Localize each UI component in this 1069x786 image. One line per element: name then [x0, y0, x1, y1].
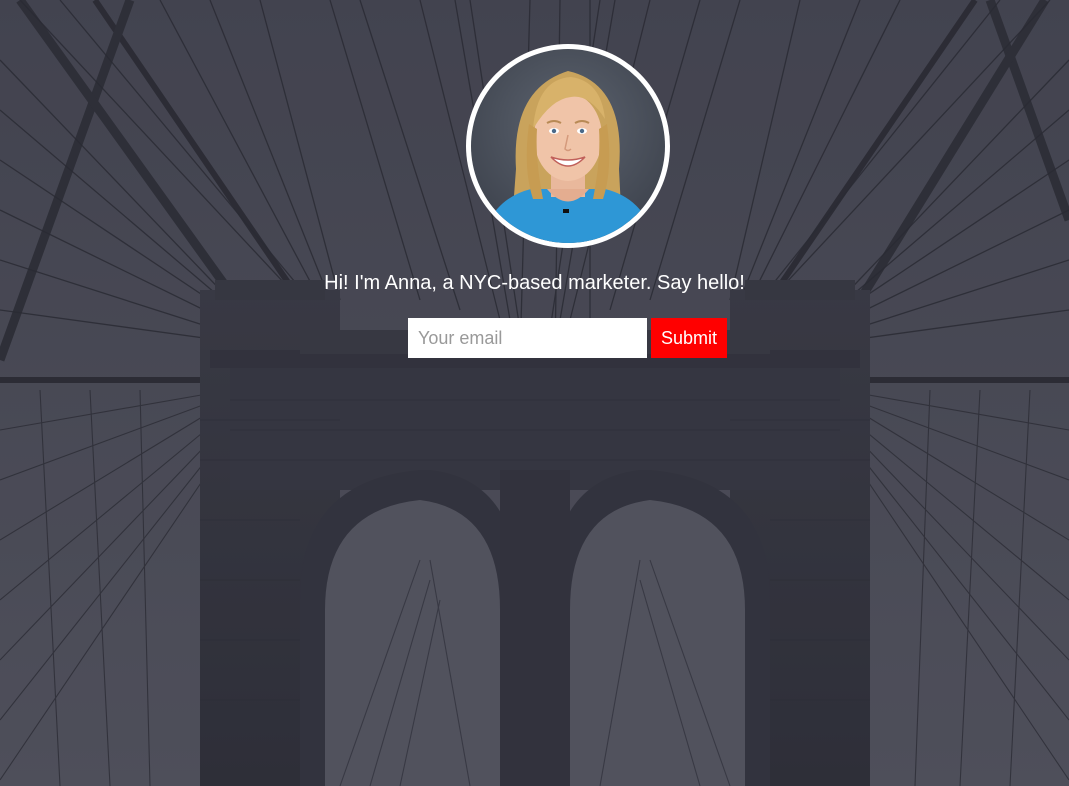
email-input[interactable]	[408, 318, 647, 358]
signup-form: Submit	[408, 318, 727, 358]
hero-content: Hi! I'm Anna, a NYC-based marketer. Say …	[0, 0, 1069, 786]
submit-button[interactable]: Submit	[651, 318, 727, 358]
avatar	[466, 44, 670, 248]
landing-page: Hi! I'm Anna, a NYC-based marketer. Say …	[0, 0, 1069, 786]
portrait-photo	[471, 49, 665, 243]
intro-text: Hi! I'm Anna, a NYC-based marketer. Say …	[324, 272, 745, 294]
